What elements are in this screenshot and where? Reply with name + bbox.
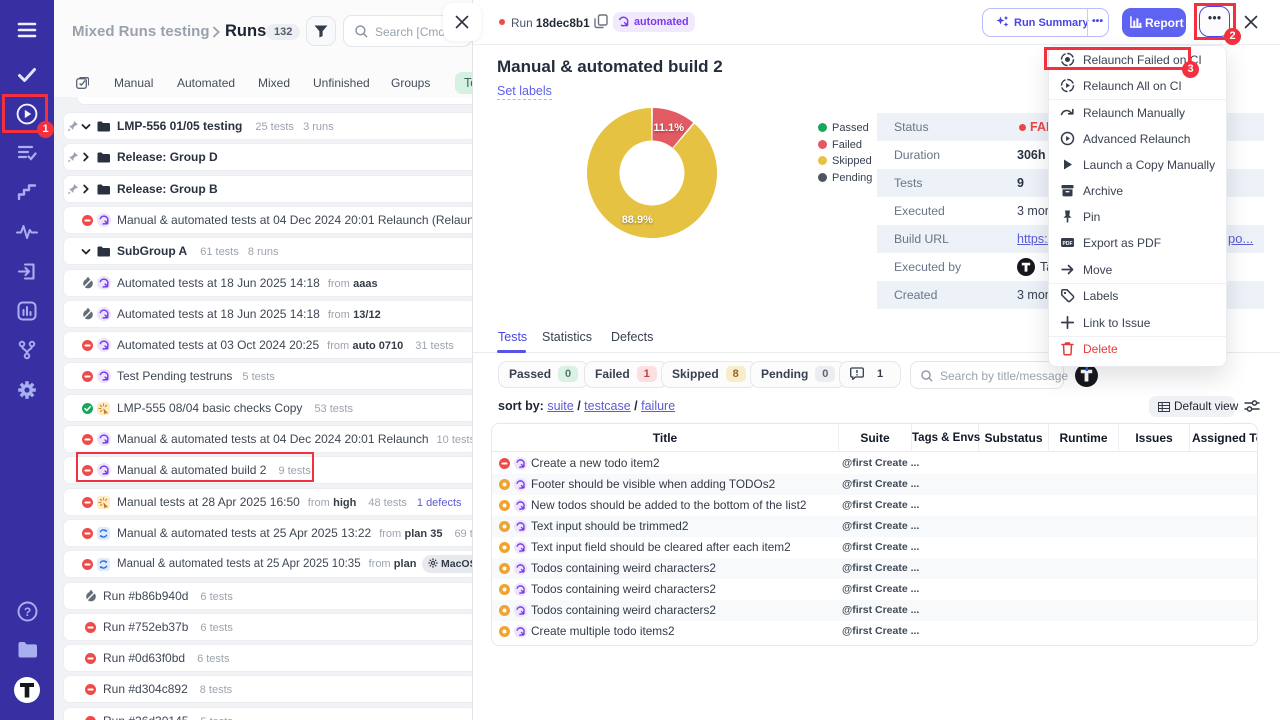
- svg-text:11.1%: 11.1%: [653, 122, 684, 134]
- svg-text:?: ?: [23, 605, 30, 619]
- svg-text:88.9%: 88.9%: [622, 214, 653, 226]
- svg-text:PDF: PDF: [1063, 241, 1073, 247]
